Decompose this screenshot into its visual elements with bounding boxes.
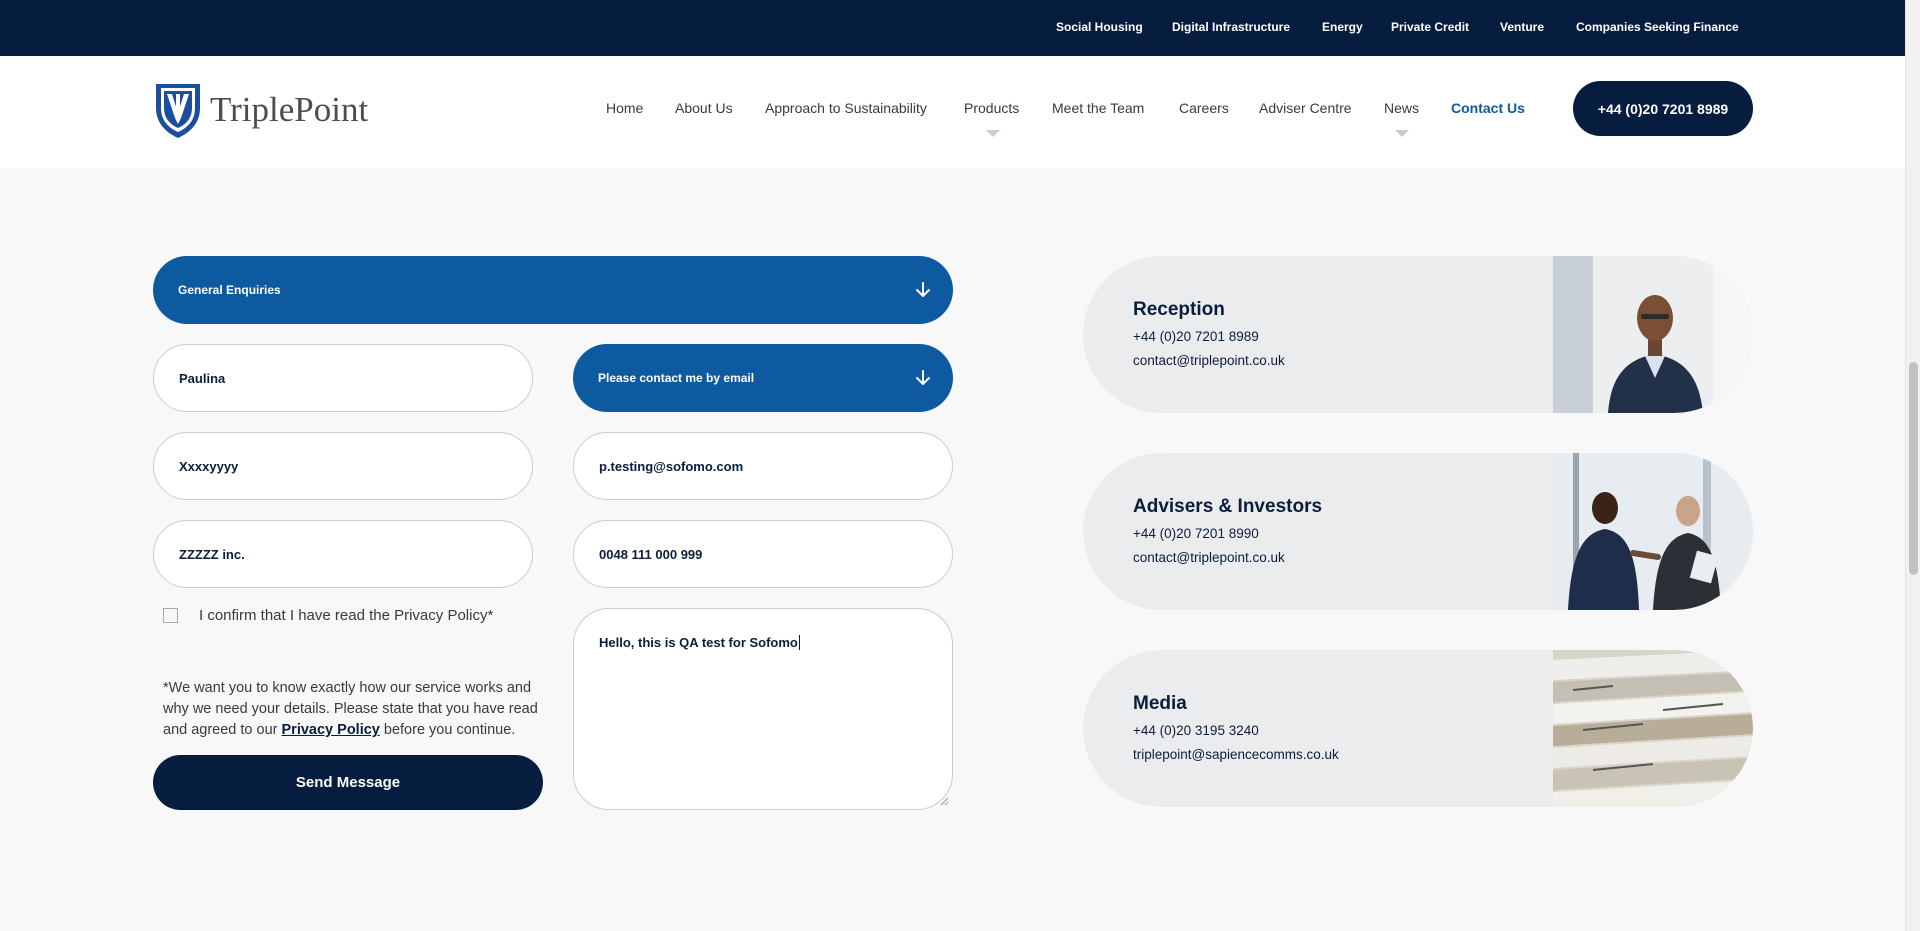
card-phone[interactable]: +44 (0)20 7201 8989 <box>1133 329 1259 344</box>
card-phone[interactable]: +44 (0)20 3195 3240 <box>1133 723 1259 738</box>
nav-about-us[interactable]: About Us <box>675 100 733 116</box>
email-input[interactable]: p.testing@sofomo.com <box>573 432 953 500</box>
nav-home[interactable]: Home <box>606 100 643 116</box>
topbar-link-venture[interactable]: Venture <box>1500 20 1544 34</box>
trident-shield-icon <box>156 84 200 138</box>
nav-news[interactable]: News <box>1384 100 1419 116</box>
contact-card-reception: Reception +44 (0)20 7201 8989 contact@tr… <box>1083 256 1753 413</box>
page-scrollbar[interactable] <box>1905 0 1920 931</box>
card-email[interactable]: contact@triplepoint.co.uk <box>1133 353 1285 368</box>
privacy-policy-link[interactable]: Privacy Policy <box>282 722 380 738</box>
nav-careers[interactable]: Careers <box>1179 100 1229 116</box>
card-title: Media <box>1133 693 1187 714</box>
nav-approach-to-sustainability[interactable]: Approach to Sustainability <box>765 100 927 116</box>
nav-contact-us[interactable]: Contact Us <box>1451 100 1525 116</box>
message-text: Hello, this is QA test for Sofomo <box>599 635 798 650</box>
contact-preference-value: Please contact me by email <box>598 371 755 385</box>
news-dropdown-caret-icon[interactable] <box>1395 130 1409 137</box>
topbar-link-social-housing[interactable]: Social Housing <box>1056 20 1143 34</box>
privacy-checkbox-label: I confirm that I have read the Privacy P… <box>199 607 494 624</box>
disclaimer-text-end: before you continue. <box>379 722 516 738</box>
nav-adviser-centre[interactable]: Adviser Centre <box>1259 100 1352 116</box>
text-cursor <box>798 635 800 650</box>
company-input[interactable]: ZZZZZ inc. <box>153 520 533 588</box>
scrollbar-thumb[interactable] <box>1909 362 1918 575</box>
card-title: Advisers & Investors <box>1133 496 1323 517</box>
logo[interactable]: TriplePoint <box>153 80 368 140</box>
contact-card-media: Media +44 (0)20 3195 3240 triplepoint@sa… <box>1083 650 1753 807</box>
header-phone-button[interactable]: +44 (0)20 7201 8989 <box>1573 81 1753 136</box>
enquiry-type-value: General Enquiries <box>178 283 281 297</box>
card-title: Reception <box>1133 299 1225 320</box>
site-header: TriplePoint Home About Us Approach to Su… <box>0 56 1905 168</box>
topbar-link-private-credit[interactable]: Private Credit <box>1391 20 1469 34</box>
logo-wordmark: TriplePoint <box>210 90 369 129</box>
enquiry-type-select[interactable]: General Enquiries <box>153 256 953 324</box>
phone-input[interactable]: 0048 111 000 999 <box>573 520 953 588</box>
arrow-down-icon <box>916 282 930 297</box>
first-name-input[interactable]: Paulina <box>153 344 533 412</box>
message-textarea[interactable]: Hello, this is QA test for Sofomo <box>573 608 953 810</box>
privacy-disclaimer: *We want you to know exactly how our ser… <box>163 678 543 741</box>
advisers-photo <box>1553 453 1753 610</box>
card-email[interactable]: triplepoint@sapiencecomms.co.uk <box>1133 747 1339 762</box>
last-name-input[interactable]: Xxxxyyyy <box>153 432 533 500</box>
privacy-checkbox[interactable] <box>163 608 178 623</box>
nav-meet-the-team[interactable]: Meet the Team <box>1052 100 1144 116</box>
topbar-link-companies-seeking-finance[interactable]: Companies Seeking Finance <box>1576 20 1739 34</box>
contact-preference-select[interactable]: Please contact me by email <box>573 344 953 412</box>
topbar-link-energy[interactable]: Energy <box>1322 20 1363 34</box>
topbar-link-digital-infrastructure[interactable]: Digital Infrastructure <box>1172 20 1290 34</box>
nav-products[interactable]: Products <box>964 100 1019 116</box>
contact-card-advisers-investors: Advisers & Investors +44 (0)20 7201 8990… <box>1083 453 1753 610</box>
resize-handle-icon[interactable] <box>940 797 949 806</box>
top-bar: Social Housing Digital Infrastructure En… <box>0 0 1905 56</box>
products-dropdown-caret-icon[interactable] <box>986 130 1000 137</box>
card-email[interactable]: contact@triplepoint.co.uk <box>1133 550 1285 565</box>
media-photo <box>1553 650 1753 807</box>
card-phone[interactable]: +44 (0)20 7201 8990 <box>1133 526 1259 541</box>
arrow-down-icon <box>916 370 930 385</box>
send-message-button[interactable]: Send Message <box>153 755 543 810</box>
reception-photo <box>1553 256 1753 413</box>
